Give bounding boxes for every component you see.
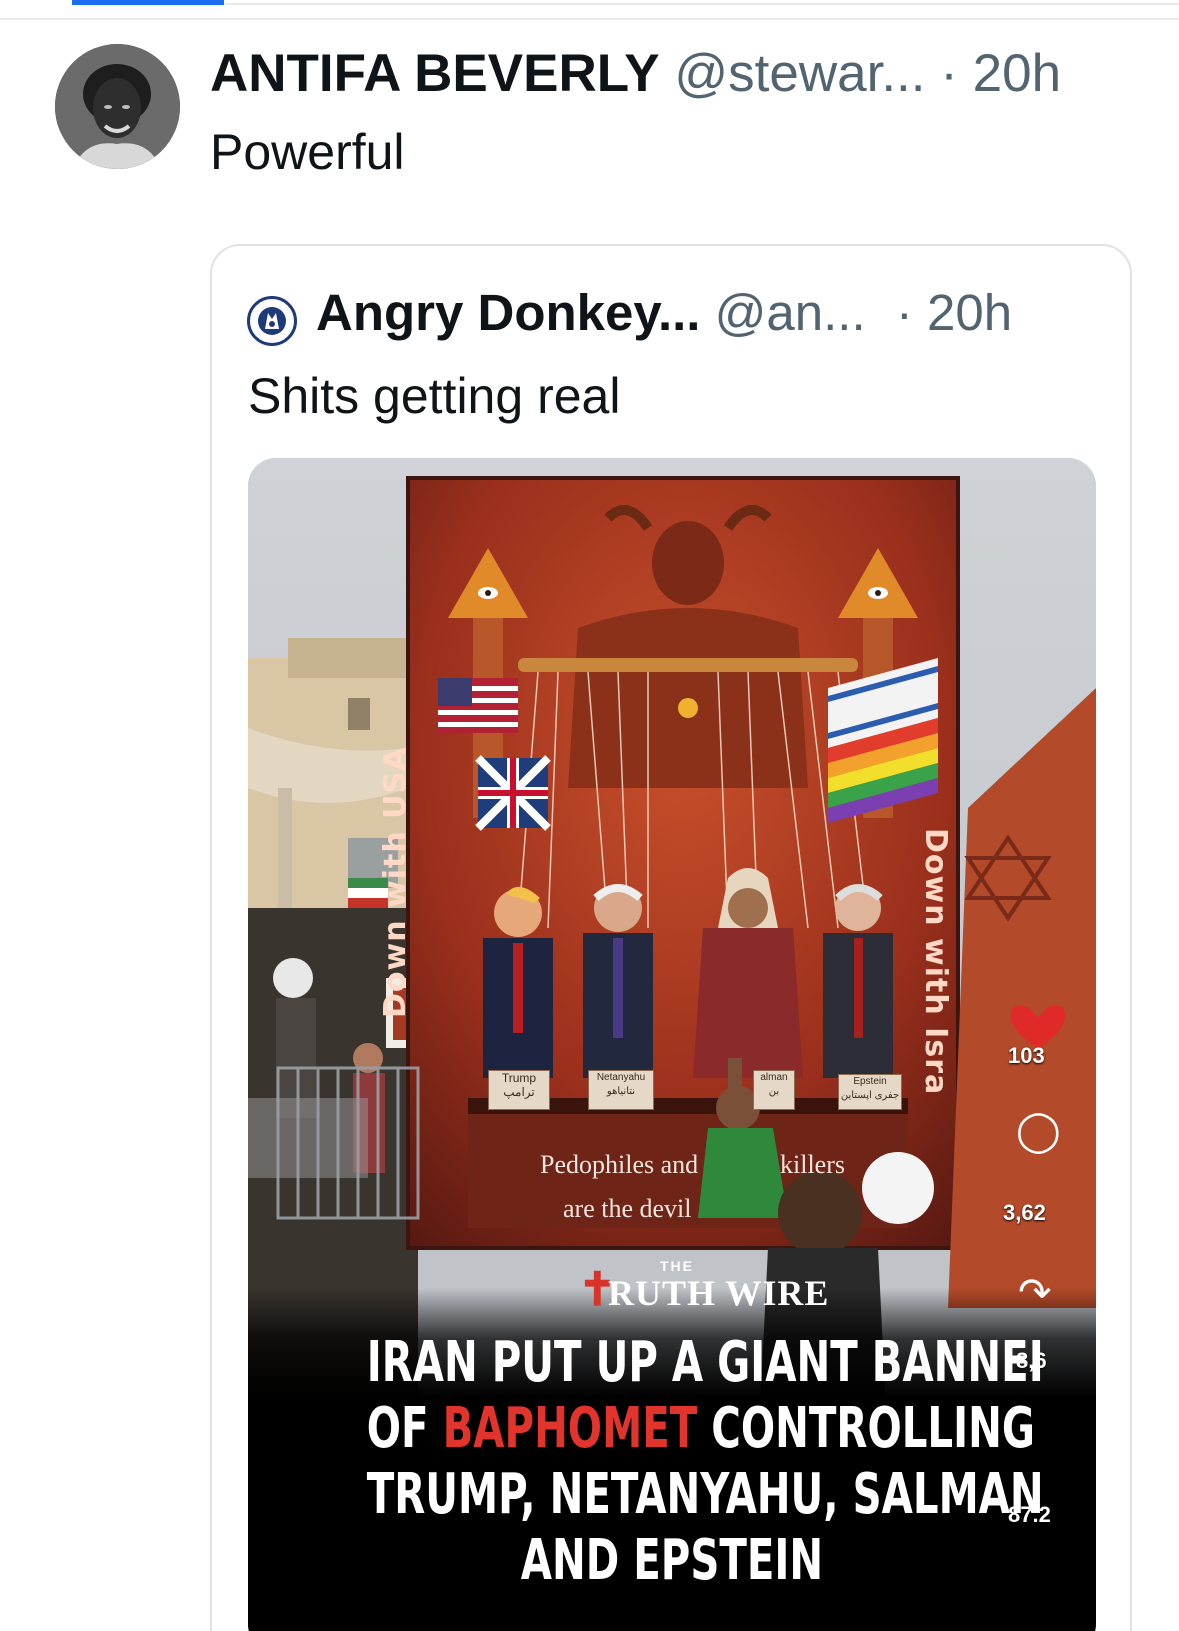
headline-line2-start: OF [366,1396,443,1461]
name-plate-salman: alman بن [753,1070,795,1110]
headline-line1: IRAN PUT UP A GIANT BANNEI [366,1330,1044,1395]
plate-label-en: alman [760,1072,788,1083]
page: ANTIFA BEVERLY @stewar... · 20h Powerful… [0,0,1179,1631]
comment-count: 3,62 [1003,1200,1046,1225]
quoted-display-name[interactable]: Angry Donkey... [316,284,700,341]
plate-label-fa: ترامپ [503,1085,535,1099]
banner-caption-line1b: killers [780,1150,845,1179]
headline-line3: TRUMP, NETANYAHU, SALMAN [366,1462,1044,1527]
quoted-handle[interactable]: @an... [715,284,866,341]
image-headline: IRAN PUT UP A GIANT BANNEI OF BAPHOMET C… [366,1330,1044,1594]
post-text: Powerful [210,124,405,180]
plate-label-fa: نتانیاهو [606,1086,636,1097]
quoted-post-card[interactable]: Angry Donkey... @an... · 20h Shits getti… [210,244,1132,1631]
avatar[interactable] [55,44,180,169]
banner-caption-line1: Pedophiles and [540,1150,699,1179]
name-plate-trump: Trump ترامپ [488,1070,550,1110]
handle[interactable]: @stewar... [674,44,925,103]
top-tab-strip [0,0,1179,20]
headline-highlight: BAPHOMET [442,1396,698,1461]
share-icon: ↷ [1018,1270,1052,1316]
comment-icon: ◯ [1016,1108,1061,1154]
quoted-post-header: Angry Donkey... @an... · 20h [316,282,1012,344]
avatar-portrait-icon [55,44,180,169]
banner-caption-line2: are the devil [563,1194,692,1223]
plate-label-fa: جفری اپستاین [840,1090,900,1101]
display-name[interactable]: ANTIFA BEVERLY [210,44,660,103]
timestamp[interactable]: 20h [973,44,1061,103]
banner-left-vertical-text: Down with USA [378,746,413,1018]
banner-right-vertical-text: Down with Isra [918,828,953,1096]
like-count: 103 [1008,1043,1045,1068]
quoted-separator-dot: · [895,284,913,341]
plate-label-en: Epstein [853,1076,887,1087]
name-plate-epstein: Epstein جفری اپستاین [838,1074,902,1110]
plate-label-en: Netanyahu [596,1072,646,1083]
headline-line4: AND EPSTEIN [520,1528,824,1593]
quoted-media-image[interactable]: Down with USA Down with Isra Trump ترامپ… [248,458,1096,1631]
plate-label-en: Trump [501,1071,537,1085]
headline-line2-end: CONTROLLING [697,1396,1035,1461]
separator-dot: · [940,44,958,103]
name-plate-netanyahu: Netanyahu نتانیاهو [588,1070,654,1110]
plate-label-fa: بن [768,1086,780,1097]
brand-word: RUTH WIRE [608,1273,830,1313]
quoted-avatar[interactable] [247,296,297,346]
headline-line2: OF BAPHOMET CONTROLLING [366,1396,1035,1462]
quoted-post-text: Shits getting real [248,368,621,424]
quoted-timestamp[interactable]: 20h [927,284,1012,341]
active-tab-indicator[interactable] [72,0,224,5]
divider [225,3,1179,5]
post-header: ANTIFA BEVERLY @stewar... · 20h [210,42,1061,106]
donkey-logo-icon [251,300,293,342]
